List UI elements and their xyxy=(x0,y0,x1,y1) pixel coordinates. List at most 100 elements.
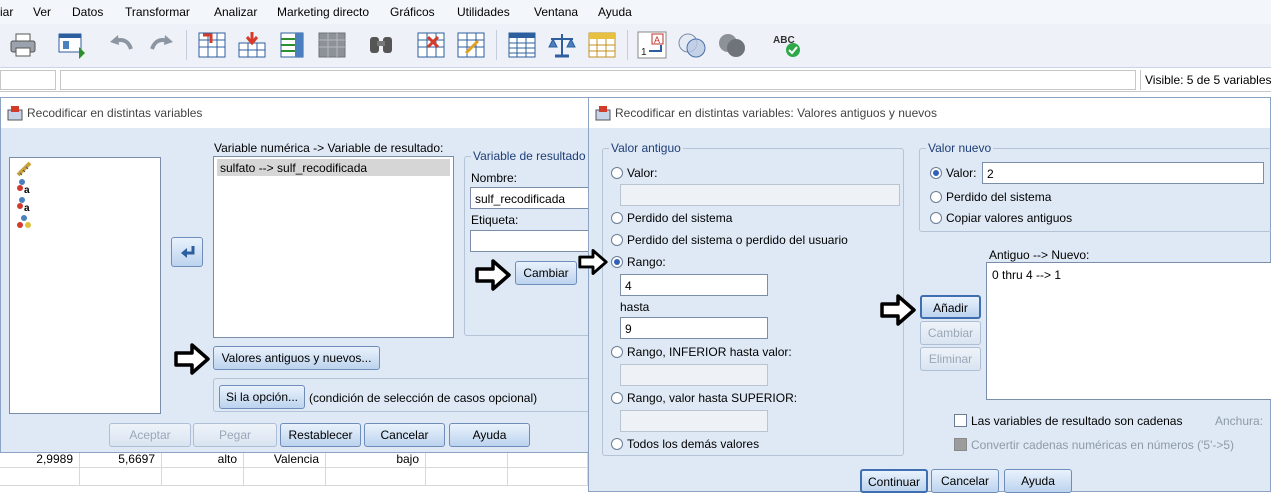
perdido-usuario-radio[interactable] xyxy=(611,234,623,246)
undo-icon[interactable] xyxy=(107,31,137,59)
anadir-button[interactable]: Añadir xyxy=(920,295,981,319)
cambiar-button[interactable]: Cambiar xyxy=(515,261,577,285)
nuevo-perdido-radio[interactable] xyxy=(930,191,942,203)
antiguo-nuevo-list[interactable]: 0 thru 4 --> 1 xyxy=(986,262,1271,400)
grid-cell[interactable] xyxy=(0,468,80,486)
menu-datos[interactable]: Datos xyxy=(72,5,103,19)
convertir-label: Convertir cadenas numéricas en números (… xyxy=(971,438,1235,452)
menu-graficos[interactable]: Gráficos xyxy=(390,5,435,19)
select-cases-icon[interactable] xyxy=(587,31,617,59)
rango-inferior-input[interactable] xyxy=(620,364,768,386)
nuevo-perdido-label: Perdido del sistema xyxy=(946,190,1052,204)
spell-check-icon[interactable]: ABC xyxy=(771,31,801,59)
nominal-string-variable-icon[interactable]: a xyxy=(16,196,32,212)
numeric-output-variable-list[interactable]: sulfato --> sulf_recodificada xyxy=(213,156,454,338)
continuar-button[interactable]: Continuar xyxy=(860,469,928,493)
menubar: iar Ver Datos Transformar Analizar Marke… xyxy=(0,0,1271,24)
grid-cell[interactable] xyxy=(326,468,426,486)
nombre-input[interactable]: sulf_recodificada xyxy=(470,187,591,209)
valor-antiguo-group-label: Valor antiguo xyxy=(609,141,683,155)
insert-variable-icon[interactable] xyxy=(456,31,486,59)
goto-variable-icon[interactable] xyxy=(237,31,267,59)
menu-marketing-directo[interactable]: Marketing directo xyxy=(277,5,369,19)
svg-text:a: a xyxy=(24,203,30,212)
valores-antiguos-nuevos-button[interactable]: Valores antiguos y nuevos... xyxy=(213,346,380,370)
restablecer-button[interactable]: Restablecer xyxy=(280,423,361,447)
rango-radio[interactable] xyxy=(611,256,623,268)
print-icon[interactable] xyxy=(8,31,38,59)
convertir-checkbox[interactable] xyxy=(954,438,967,451)
perdido-sistema-label: Perdido del sistema xyxy=(627,211,733,225)
use-sets-icon[interactable] xyxy=(677,31,707,59)
pegar-button[interactable]: Pegar xyxy=(193,423,277,447)
move-variable-button[interactable] xyxy=(171,237,203,267)
goto-case-icon[interactable] xyxy=(197,31,227,59)
menu-ayuda[interactable]: Ayuda xyxy=(598,5,632,19)
value-labels-icon[interactable]: A 1 xyxy=(637,31,667,59)
old-new-values-dialog: Recodificar en distintas variables: Valo… xyxy=(578,97,1271,493)
nombre-label: Nombre: xyxy=(471,171,518,185)
list-item[interactable]: 0 thru 4 --> 1 xyxy=(992,268,1061,282)
cell-editor-bar: Visible: 5 de 5 variables xyxy=(0,68,1271,92)
grid-cell[interactable] xyxy=(426,468,508,486)
ayuda-valores-button[interactable]: Ayuda xyxy=(1004,469,1072,493)
rango-from-input[interactable]: 4 xyxy=(620,274,768,296)
annotation-arrow-icon xyxy=(475,259,511,291)
rango-superior-input[interactable] xyxy=(620,410,768,432)
menu-transformar[interactable]: Transformar xyxy=(125,5,190,19)
menu-ver[interactable]: Ver xyxy=(33,5,51,19)
menu-analizar[interactable]: Analizar xyxy=(214,5,257,19)
grid-cell[interactable] xyxy=(508,468,588,486)
nuevo-valor-input[interactable]: 2 xyxy=(982,162,1264,184)
cell-value-input[interactable] xyxy=(60,70,1136,90)
todos-radio[interactable] xyxy=(611,438,623,450)
anchura-label: Anchura: xyxy=(1215,414,1264,428)
rango-superior-radio[interactable] xyxy=(611,392,623,404)
insert-cases-icon[interactable] xyxy=(416,31,446,59)
source-variable-list[interactable]: a a xyxy=(9,157,161,414)
cadenas-checkbox[interactable] xyxy=(954,414,967,427)
rango-to-input[interactable]: 9 xyxy=(620,317,768,339)
rango-inferior-radio[interactable] xyxy=(611,346,623,358)
weight-cases-icon[interactable] xyxy=(547,31,577,59)
scale-variable-icon[interactable] xyxy=(16,161,32,177)
copiar-radio[interactable] xyxy=(930,212,942,224)
cadenas-label: Las variables de resultado son cadenas xyxy=(971,414,1183,428)
grid-cell[interactable] xyxy=(162,468,244,486)
valor-radio-label: Valor: xyxy=(627,166,658,180)
svg-text:a: a xyxy=(24,185,30,194)
etiqueta-label: Etiqueta: xyxy=(471,213,519,227)
menu-edit[interactable]: iar xyxy=(0,5,13,19)
nominal-string-variable-icon[interactable]: a xyxy=(16,178,32,194)
cambiar-valor-button[interactable]: Cambiar xyxy=(920,321,981,345)
etiqueta-input[interactable] xyxy=(470,230,591,252)
menu-utilidades[interactable]: Utilidades xyxy=(457,5,510,19)
cancelar-button[interactable]: Cancelar xyxy=(364,423,445,447)
valor-radio[interactable] xyxy=(611,167,623,179)
find-icon[interactable] xyxy=(366,31,396,59)
recall-dialog-icon[interactable] xyxy=(57,31,87,59)
grid-cell[interactable] xyxy=(244,468,326,486)
menu-ventana[interactable]: Ventana xyxy=(534,5,578,19)
ayuda-button[interactable]: Ayuda xyxy=(449,423,530,447)
cancelar-valores-button[interactable]: Cancelar xyxy=(931,469,999,493)
nuevo-valor-radio[interactable] xyxy=(930,167,942,179)
grid-cell[interactable] xyxy=(80,468,162,486)
perdido-sistema-radio[interactable] xyxy=(611,212,623,224)
si-la-opcion-button[interactable]: Si la opción... xyxy=(219,385,305,409)
svg-text:A: A xyxy=(654,35,660,45)
cell-reference-box[interactable] xyxy=(0,70,56,90)
variables-icon[interactable] xyxy=(277,31,307,59)
redo-icon[interactable] xyxy=(146,31,176,59)
split-file-icon[interactable] xyxy=(507,31,537,59)
list-item-selected[interactable]: sulfato --> sulf_recodificada xyxy=(217,159,450,176)
eliminar-button[interactable]: Eliminar xyxy=(920,347,981,371)
valor-antiguo-input[interactable] xyxy=(620,184,900,206)
nominal-variable-icon[interactable] xyxy=(16,214,32,230)
arrow-left-icon xyxy=(181,246,195,258)
aceptar-button[interactable]: Aceptar xyxy=(109,423,191,447)
recode-dialog-title: Recodificar en distintas variables xyxy=(27,106,203,120)
show-all-variables-icon[interactable] xyxy=(717,31,747,59)
annotation-arrow-icon xyxy=(578,249,608,275)
run-descriptives-icon[interactable] xyxy=(317,31,347,59)
